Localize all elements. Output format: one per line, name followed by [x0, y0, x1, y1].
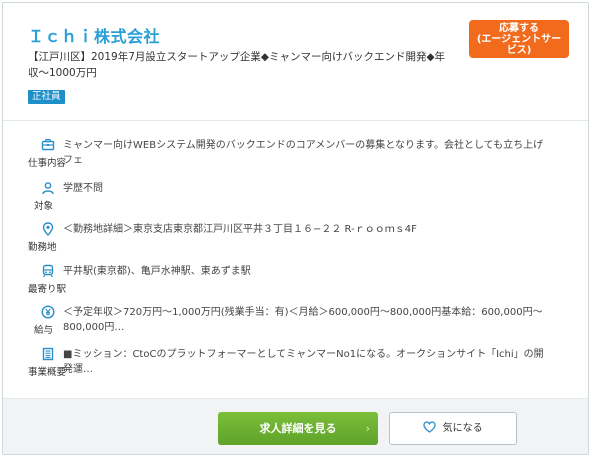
view-job-details-label: 求人詳細を見る	[259, 422, 337, 435]
company-name[interactable]: Ｉｃｈｉ株式会社	[28, 23, 160, 47]
job-card-header: Ｉｃｈｉ株式会社 【江戸川区】2019年7月設立スタートアップ企業◆ミャンマー向…	[3, 3, 588, 120]
detail-icon-wrap: 勤務地	[28, 222, 68, 253]
detail-text: ミャンマー向けWEBシステム開発のバックエンドのコアメンバーの募集となります。会…	[63, 140, 544, 166]
detail-label: 勤務地	[28, 242, 57, 253]
detail-text: 学歴不問	[63, 183, 103, 194]
job-details: 仕事内容 ミャンマー向けWEBシステム開発のバックエンドのコアメンバーの募集とな…	[3, 121, 588, 398]
detail-label: 事業概要	[28, 367, 67, 378]
job-card-footer: 求人詳細を見る › 気になる	[3, 398, 588, 454]
detail-icon-wrap: 仕事内容	[28, 138, 68, 169]
detail-row-salary: 給与 ＜予定年収＞720万円〜1,000万円(残業手当：有)＜月給＞600,00…	[28, 305, 548, 345]
detail-text: ＜予定年収＞720万円〜1,000万円(残業手当：有)＜月給＞600,000円〜…	[63, 307, 543, 333]
detail-row-station: 最寄り駅 平井駅(東京都)、亀戸水神駅、東あずま駅	[28, 264, 548, 300]
favorite-button[interactable]: 気になる	[389, 412, 517, 445]
detail-row-business: 事業概要 ■ミッション：CtoCのプラットフォーマーとしてミャンマーNo1になる…	[28, 347, 548, 387]
detail-row-location: 勤務地 ＜勤務地詳細＞東京支店東京都江戸川区平井３丁目１６−２２ R-ｒｏｏｍｓ…	[28, 222, 548, 258]
detail-label: 仕事内容	[28, 158, 67, 169]
detail-icon-wrap: 最寄り駅	[28, 264, 68, 295]
view-job-details-button[interactable]: 求人詳細を見る ›	[218, 412, 378, 445]
job-summary: 【江戸川区】2019年7月設立スタートアップ企業◆ミャンマー向けバックエンド開発…	[28, 51, 446, 79]
yen-icon	[41, 305, 55, 319]
person-icon	[42, 182, 54, 195]
train-icon	[42, 264, 54, 278]
detail-icon-wrap: 対象	[28, 181, 68, 212]
job-card: Ｉｃｈｉ株式会社 【江戸川区】2019年7月設立スタートアップ企業◆ミャンマー向…	[2, 2, 589, 455]
favorite-button-label: 気になる	[442, 423, 483, 434]
detail-row-job-description: 仕事内容 ミャンマー向けWEBシステム開発のバックエンドのコアメンバーの募集とな…	[28, 138, 548, 178]
employment-type-badge: 正社員	[28, 90, 65, 104]
detail-label: 対象	[34, 201, 54, 212]
heart-icon	[423, 421, 437, 433]
detail-text: ＜勤務地詳細＞東京支店東京都江戸川区平井３丁目１６−２２ R-ｒｏｏｍｓ4F	[63, 224, 417, 235]
detail-icon-wrap: 事業概要	[28, 347, 68, 378]
briefcase-icon	[41, 138, 55, 151]
apply-button[interactable]: 応募する (エージェントサービス)	[469, 20, 569, 58]
building-icon	[42, 347, 54, 361]
chevron-right-icon: ›	[365, 422, 370, 435]
detail-text: ■ミッション：CtoCのプラットフォーマーとしてミャンマーNo1になる。オークシ…	[63, 349, 544, 375]
apply-button-label: 応募する (エージェントサービス)	[476, 22, 562, 56]
detail-label: 最寄り駅	[28, 284, 67, 295]
detail-row-target: 対象 学歴不問	[28, 181, 548, 217]
location-pin-icon	[42, 222, 54, 236]
detail-icon-wrap: 給与	[28, 305, 68, 336]
detail-text: 平井駅(東京都)、亀戸水神駅、東あずま駅	[63, 266, 251, 277]
